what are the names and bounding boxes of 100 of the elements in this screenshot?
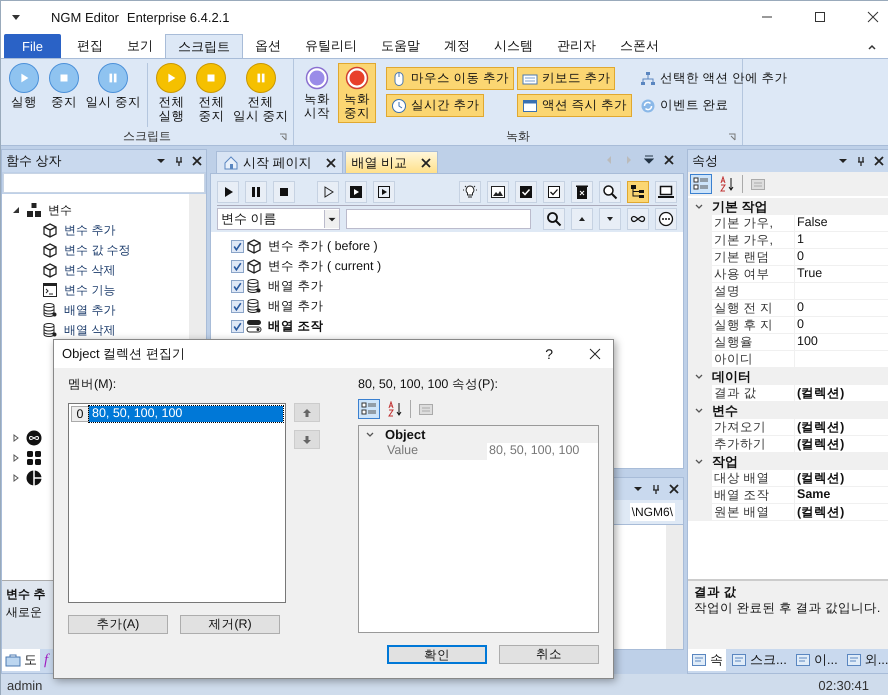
ribbon-small-button[interactable]: 이벤트 완료 [634,94,734,117]
group-label: 스크립트 [123,128,171,144]
tree-item[interactable]: 배열 추가 [64,302,116,318]
ribbon-small-button[interactable]: 선택한 액션 안에 추가 [634,67,792,90]
property-name[interactable]: 실행 후 지 [712,317,794,334]
property-value[interactable]: 100 [795,334,888,351]
ribbon-tab[interactable]: 보기 [114,34,165,58]
property-name[interactable]: 가져오기 [712,419,794,436]
property-name[interactable]: 아이디 [712,351,794,368]
ribbon-tab[interactable]: File [4,34,61,58]
property-value[interactable]: 1 [795,232,888,249]
property-name[interactable]: 기본 가우, [712,232,794,249]
property-value[interactable]: (컬렉션) [795,436,888,453]
panel-title: 함수 상자 [6,152,62,170]
panel-tab[interactable]: 속 [688,649,726,671]
action-item[interactable]: 배열 조작 [268,318,324,334]
property-name[interactable]: 기본 랜덤 [712,249,794,266]
property-name[interactable]: 설명 [712,283,794,300]
ribbon-tab[interactable]: 계정 [432,34,482,58]
property-name[interactable]: 사용 여부 [712,266,794,283]
member-index: 0 [71,406,89,422]
property-value[interactable]: 0 [795,317,888,334]
property-name[interactable]: 대상 배열 [712,470,794,487]
property-name[interactable]: 원본 배열 [712,504,794,521]
ribbon-tab[interactable]: 스크립트 [164,34,243,58]
filter-dropdown[interactable]: 변수 이름 [217,208,340,230]
tree-item[interactable]: 변수 [48,202,72,218]
panel-tab[interactable]: 스크... [728,649,790,671]
user-name: admin [7,678,42,692]
ribbon-button[interactable]: 녹화 시작 [298,63,336,123]
document-tab[interactable]: 배열 비교 [344,151,438,173]
description-text: 새로운 [6,604,43,621]
property-value[interactable]: False [795,215,888,232]
property-name[interactable]: 결과 값 [712,385,794,402]
ribbon-tab[interactable]: 도움말 [368,34,432,58]
property-value[interactable]: 0 [795,249,888,266]
clock-time: 02:30:41 [818,678,869,692]
action-item[interactable]: 배열 추가 [268,298,324,314]
property-value[interactable]: (컬렉션) [795,419,888,436]
property-value[interactable]: Same [795,487,888,504]
description-title: 결과 값 [694,584,738,600]
action-item[interactable]: 변수 추가 ( before ) [268,238,378,254]
ok-button[interactable]: 확인 [387,645,487,664]
property-value[interactable]: True [795,266,888,283]
property-name[interactable]: 배열 조작 [712,487,794,504]
members-label: 멤버(M): [68,376,118,393]
property-name[interactable]: 실행율 [712,334,794,351]
properties-label: 80, 50, 100, 100 속성(P): [358,376,499,393]
panel-tab[interactable]: 외... [842,649,888,671]
window-edition: Enterprise 6.4.2.1 [126,10,230,24]
ribbon-tab[interactable]: 유틸리티 [292,34,369,58]
tree-item[interactable]: 배열 삭제 [64,322,116,338]
tree-item[interactable]: 변수 값 수정 [64,242,131,258]
ribbon-tab[interactable]: 편집 [64,34,115,58]
description-title: 변수 추 [6,586,46,603]
property-value[interactable]: (컬렉션) [795,504,888,521]
add-button[interactable]: 추가(A) [68,615,168,634]
window-title: NGM Editor [51,10,119,24]
property-name[interactable]: 기본 가우, [712,215,794,232]
ribbon-small-button[interactable]: 액션 즉시 추가 [516,94,632,117]
property-value[interactable]: (컬렉션) [795,470,888,487]
property-value[interactable]: 0 [795,300,888,317]
ribbon-tab[interactable]: 관리자 [544,34,608,58]
panel-tab[interactable]: 도 [2,649,40,671]
ribbon-button[interactable]: 실행 [5,63,43,109]
remove-button[interactable]: 제거(R) [180,615,280,634]
tree-item[interactable]: 변수 추가 [64,222,116,238]
ribbon-button[interactable]: 중지 [45,63,83,109]
category-label: 기본 작업 [712,198,768,216]
panel-tab[interactable]: 이... [792,649,841,671]
panel-tab[interactable]: f [42,649,50,671]
action-item[interactable]: 변수 추가 ( current ) [268,258,382,274]
ribbon-button[interactable]: 일시 중지 [85,63,142,109]
category-label: 변수 [712,402,738,420]
ribbon-small-button[interactable]: 실시간 추가 [386,94,484,117]
property-name[interactable]: 추가하기 [712,436,794,453]
group-label: 녹화 [506,128,530,144]
document-tab[interactable]: 시작 페이지 [216,151,343,173]
ribbon-button[interactable]: 전체 일시 중지 [232,63,289,123]
property-name[interactable]: 실행 전 지 [712,300,794,317]
ribbon-tab[interactable]: 옵션 [242,34,293,58]
ribbon-button[interactable]: 전체 실행 [152,63,190,123]
category-label: 작업 [712,452,738,470]
member-item[interactable]: 80, 50, 100, 100 [89,406,283,422]
tree-item[interactable]: 변수 기능 [64,282,116,298]
property-name[interactable]: Value [359,443,487,460]
ribbon-tab[interactable]: 스폰서 [608,34,671,58]
ribbon-small-button[interactable]: 마우스 이동 추가 [386,67,514,90]
action-item[interactable]: 배열 추가 [268,278,324,294]
property-value[interactable]: 80, 50, 100, 100 [487,443,598,460]
ribbon-button[interactable]: 녹화 중지 [338,63,376,123]
tree-item[interactable]: 변수 삭제 [64,262,116,278]
ribbon-tab[interactable]: 시스템 [482,34,545,58]
category-label: Object [385,427,426,442]
help-button[interactable]: ? [545,346,553,362]
ribbon-button[interactable]: 전체 중지 [192,63,230,123]
path-field[interactable]: \NGM6\ [630,503,675,521]
ribbon-small-button[interactable]: 키보드 추가 [516,67,616,90]
property-value[interactable]: (컬렉션) [795,385,888,402]
cancel-button[interactable]: 취소 [499,645,599,664]
